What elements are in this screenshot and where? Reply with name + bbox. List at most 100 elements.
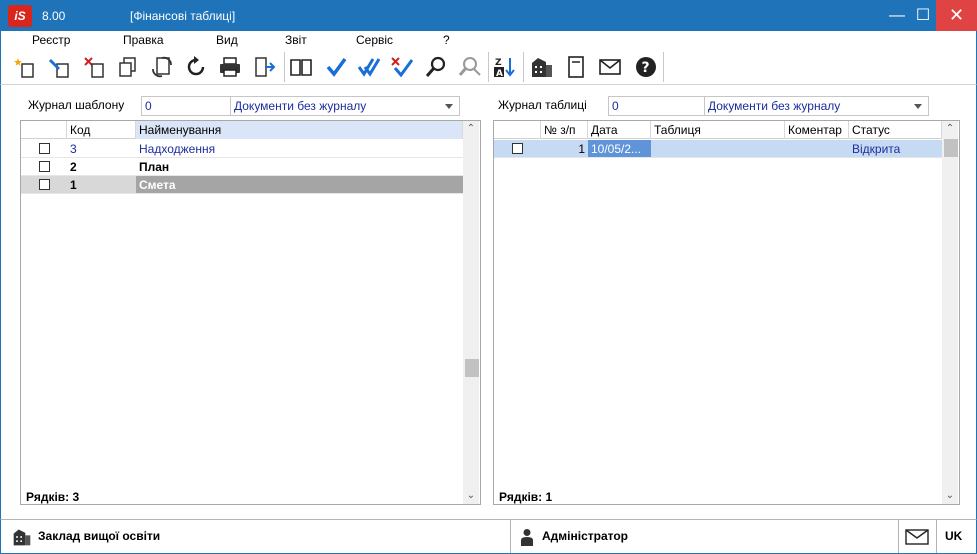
title-bar: iS 8.00 [Фінансові таблиці] — ☐ ✕ bbox=[0, 0, 977, 31]
uncheck-icon[interactable] bbox=[388, 53, 416, 81]
minimize-button[interactable]: — bbox=[884, 0, 910, 31]
user-name: Адміністратор bbox=[542, 529, 629, 543]
table-row[interactable]: 2 План bbox=[21, 158, 463, 176]
window-title: [Фінансові таблиці] bbox=[130, 9, 236, 23]
row-code: 2 bbox=[67, 158, 136, 176]
filter-search-icon[interactable] bbox=[456, 53, 484, 81]
scroll-thumb[interactable] bbox=[465, 359, 479, 377]
scroll-down-icon[interactable]: ⌄ bbox=[463, 488, 479, 504]
header-status[interactable]: Статус bbox=[849, 121, 942, 139]
search-icon[interactable] bbox=[422, 53, 450, 81]
scroll-down-icon[interactable]: ⌄ bbox=[942, 488, 958, 504]
mail-icon[interactable] bbox=[596, 53, 624, 81]
svg-text:A: A bbox=[496, 69, 503, 79]
table-row-selected[interactable]: 1 Смета bbox=[21, 176, 463, 194]
row-comment bbox=[785, 140, 849, 158]
user-icon bbox=[521, 529, 533, 546]
row-code: 1 bbox=[67, 176, 136, 194]
template-journal-value: Документи без журналу bbox=[234, 99, 367, 113]
table-row-selected[interactable]: 1 10/05/2... Відкрита bbox=[494, 140, 942, 158]
menu-item-register[interactable]: Реєстр bbox=[32, 33, 70, 47]
toolbar-separator bbox=[488, 52, 489, 82]
create-icon[interactable] bbox=[11, 53, 39, 81]
row-name: Смета bbox=[136, 176, 463, 194]
close-button[interactable]: ✕ bbox=[936, 0, 977, 31]
row-count: Рядків: 1 bbox=[499, 490, 553, 504]
row-number: 1 bbox=[541, 140, 588, 158]
transfer-icon[interactable] bbox=[148, 53, 176, 81]
organization-name: Заклад вищої освіти bbox=[38, 529, 161, 543]
delete-icon[interactable] bbox=[81, 53, 109, 81]
scroll-up-icon[interactable]: ⌃ bbox=[463, 121, 479, 137]
row-checkbox[interactable] bbox=[39, 179, 50, 190]
sort-icon[interactable]: ZA bbox=[491, 53, 519, 81]
book-icon[interactable] bbox=[287, 53, 315, 81]
table-journal-select[interactable]: Документи без журналу bbox=[704, 96, 929, 116]
maximize-button[interactable]: ☐ bbox=[910, 0, 936, 31]
row-name: Надходження bbox=[136, 140, 463, 158]
row-checkbox[interactable] bbox=[39, 143, 50, 154]
header-number[interactable]: № з/п bbox=[541, 121, 588, 139]
row-select-cell bbox=[21, 176, 67, 194]
menu-item-edit[interactable]: Правка bbox=[123, 33, 164, 47]
copy-icon[interactable] bbox=[114, 53, 142, 81]
header-comment[interactable]: Коментар bbox=[785, 121, 849, 139]
chevron-down-icon bbox=[445, 104, 453, 109]
vertical-scrollbar[interactable]: ⌃ ⌄ bbox=[463, 121, 479, 504]
check-all-icon[interactable] bbox=[355, 53, 383, 81]
header-code[interactable]: Код bbox=[67, 121, 136, 139]
header-checkbox-col bbox=[494, 121, 541, 139]
row-count: Рядків: 3 bbox=[26, 490, 80, 504]
chevron-down-icon bbox=[914, 104, 922, 109]
row-code: 3 bbox=[67, 140, 136, 158]
row-checkbox[interactable] bbox=[512, 143, 523, 154]
header-name[interactable]: Найменування bbox=[136, 121, 463, 139]
menu-item-report[interactable]: Звіт bbox=[285, 33, 307, 47]
buildings-icon[interactable] bbox=[528, 53, 556, 81]
menu-item-service[interactable]: Сервіс bbox=[356, 33, 393, 47]
toolbar-separator bbox=[523, 52, 524, 82]
templates-grid: Код Найменування 3 Надходження 2 План 1 … bbox=[20, 120, 481, 505]
tables-grid: № з/п Дата Таблиця Коментар Статус 1 10/… bbox=[493, 120, 960, 505]
help-icon[interactable]: ? bbox=[632, 53, 660, 81]
table-journal-code-field[interactable]: 0 bbox=[608, 96, 705, 116]
organization-section[interactable]: Заклад вищої освіти bbox=[1, 520, 511, 553]
refresh-icon[interactable] bbox=[182, 53, 210, 81]
table-journal-value: Документи без журналу bbox=[708, 99, 841, 113]
menu-item-help[interactable]: ? bbox=[443, 33, 450, 47]
check-icon[interactable] bbox=[322, 53, 350, 81]
row-select-cell bbox=[494, 140, 541, 158]
vertical-scrollbar[interactable]: ⌃ ⌄ bbox=[942, 121, 958, 504]
template-journal-code-field[interactable]: 0 bbox=[141, 96, 231, 116]
mail-section[interactable] bbox=[899, 520, 937, 553]
grid-header: № з/п Дата Таблиця Коментар Статус bbox=[494, 121, 942, 139]
language-indicator[interactable]: UK bbox=[945, 529, 962, 543]
header-table[interactable]: Таблиця bbox=[651, 121, 785, 139]
menu-bar: Реєстр Правка Вид Звіт Сервіс ? bbox=[0, 31, 977, 49]
row-name: План bbox=[136, 158, 463, 176]
user-section[interactable]: Адміністратор bbox=[511, 520, 899, 553]
app-version: 8.00 bbox=[42, 9, 66, 23]
edit-icon[interactable] bbox=[46, 53, 74, 81]
menu-item-view[interactable]: Вид bbox=[216, 33, 238, 47]
mail-icon bbox=[905, 529, 929, 545]
document-icon[interactable] bbox=[562, 53, 590, 81]
template-journal-label: Журнал шаблону bbox=[28, 98, 125, 112]
buildings-icon bbox=[13, 529, 31, 546]
row-status: Відкрита bbox=[849, 140, 942, 158]
print-icon[interactable] bbox=[216, 53, 244, 81]
svg-text:?: ? bbox=[642, 60, 650, 76]
export-icon[interactable] bbox=[251, 53, 279, 81]
row-checkbox[interactable] bbox=[39, 161, 50, 172]
status-bar: Заклад вищої освіти Адміністратор UK bbox=[0, 519, 977, 554]
row-date: 10/05/2... bbox=[588, 140, 651, 158]
scroll-up-icon[interactable]: ⌃ bbox=[942, 121, 958, 137]
template-journal-select[interactable]: Документи без журналу bbox=[230, 96, 460, 116]
table-row[interactable]: 3 Надходження bbox=[21, 140, 463, 158]
grid-header: Код Найменування bbox=[21, 121, 463, 139]
row-select-cell bbox=[21, 140, 67, 158]
scroll-thumb[interactable] bbox=[944, 139, 958, 157]
header-date[interactable]: Дата bbox=[588, 121, 651, 139]
toolbar: ZA ? bbox=[0, 49, 977, 85]
row-select-cell bbox=[21, 158, 67, 176]
